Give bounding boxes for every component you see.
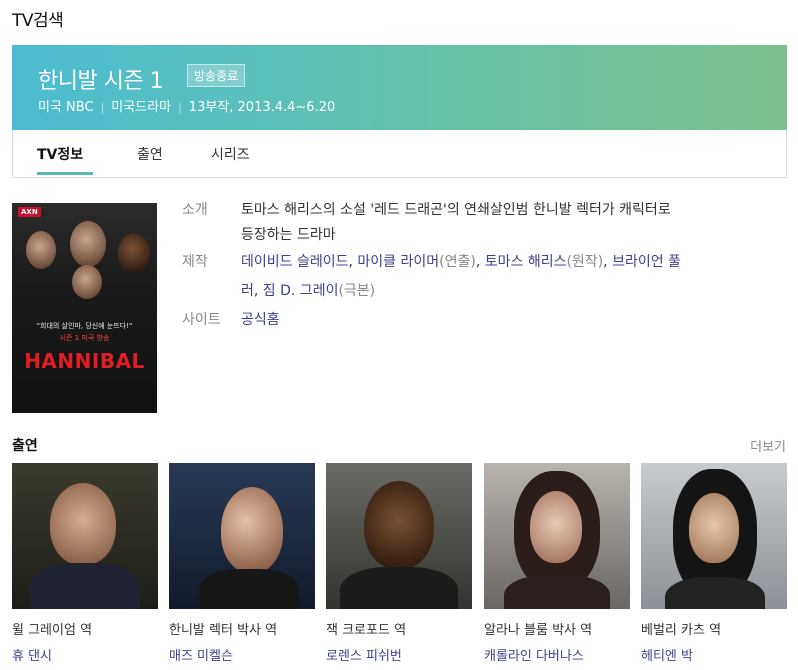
production-link[interactable]: 러 (241, 283, 254, 299)
show-title[interactable]: 한니발 시즌 1 (38, 63, 164, 95)
more-link[interactable]: 더보기 (750, 436, 786, 455)
tab-cast[interactable]: 출연 (137, 144, 163, 164)
cast-photo[interactable] (641, 463, 787, 609)
cast-photo[interactable] (169, 463, 315, 609)
intro-line: 등장하는 드라마 (241, 227, 336, 243)
tab-tv-info[interactable]: TV정보 (37, 144, 83, 164)
cast-role: 잭 크로포드 역 (326, 623, 407, 638)
meta-divider: | (178, 101, 182, 114)
poster-title: HANNIBAL (24, 349, 145, 373)
show-poster[interactable]: AXN "희대의 살인마, 당신에 눈뜨다!" 시즌 1 미국 방송 HANNI… (12, 203, 157, 413)
intro-label: 소개 (182, 202, 208, 218)
poster-face (70, 221, 106, 267)
cast-card[interactable]: 알라나 블룸 박사 역 캐롤라인 다버나스 (484, 463, 630, 664)
production-link[interactable]: 짐 D. 그레이 (263, 283, 339, 299)
cast-role: 윌 그레이엄 역 (12, 623, 93, 638)
cast-name[interactable]: 헤티엔 박 (641, 645, 787, 664)
cast-role: 알라나 블룸 박사 역 (484, 623, 593, 638)
tab-bar: TV정보 출연 시리즈 (12, 130, 787, 178)
poster-face (26, 231, 56, 269)
intro-text: 토마스 해리스의 소설 '레드 드래곤'의 연쇄살인범 한니발 렉터가 캐릭터로… (241, 198, 761, 248)
production-label: 제작 (182, 254, 208, 270)
production-link[interactable]: 브라이언 풀 (612, 254, 681, 270)
show-header: 한니발 시즌 1 방송종료 미국 NBC | 미국드라마 | 13부작, 2013.4.… (12, 45, 787, 130)
poster-face (72, 265, 102, 299)
poster-tagline: 시즌 1 미국 방송 (59, 334, 110, 342)
meta-divider: | (100, 101, 105, 114)
production-list: 데이비드 슬레이드, 마이클 라이머(연출), 토마스 해리스(원작), 브라이… (241, 254, 681, 299)
official-site-link[interactable]: 공식홈 (241, 312, 280, 328)
cast-photo[interactable] (326, 463, 472, 609)
show-genre: 미국드라마 (111, 100, 172, 115)
cast-name[interactable]: 매즈 미켈슨 (169, 645, 315, 664)
tab-series[interactable]: 시리즈 (211, 144, 250, 164)
poster-face (118, 233, 150, 273)
production-role: (연출) (439, 254, 476, 270)
show-meta: 미국 NBC | 미국드라마 | 13부작, 2013.4.4~6.20 (38, 96, 335, 115)
cast-photo[interactable] (484, 463, 630, 609)
site-label: 사이트 (182, 312, 221, 328)
show-country: 미국 NBC (38, 100, 94, 115)
cast-photo[interactable] (12, 463, 158, 609)
cast-name[interactable]: 로렌스 피쉬번 (326, 645, 472, 664)
section-title: TV검색 (12, 11, 64, 31)
show-episodes: 13부작, 2013.4.4~6.20 (188, 100, 336, 115)
cast-card[interactable]: 베벌리 카츠 역 헤티엔 박 (641, 463, 787, 664)
production-link[interactable]: 마이클 라이머 (357, 254, 439, 270)
production-link[interactable]: 데이비드 슬레이드 (241, 254, 349, 270)
cast-name[interactable]: 휴 댄시 (12, 645, 158, 664)
intro-line: 토마스 해리스의 소설 '레드 드래곤'의 연쇄살인범 한니발 렉터가 캐릭터로 (241, 202, 671, 218)
cast-role: 한니발 렉터 박사 역 (169, 623, 278, 638)
cast-section-title: 출연 (12, 438, 38, 454)
production-link[interactable]: 토마스 해리스 (485, 254, 567, 270)
cast-card[interactable]: 잭 크로포드 역 로렌스 피쉬번 (326, 463, 472, 664)
cast-card[interactable]: 윌 그레이엄 역 휴 댄시 (12, 463, 158, 664)
cast-card[interactable]: 한니발 렉터 박사 역 매즈 미켈슨 (169, 463, 315, 664)
active-tab-indicator (37, 172, 93, 175)
cast-role: 베벌리 카츠 역 (641, 623, 722, 638)
production-role: (극본) (338, 283, 376, 299)
poster-tagline: "희대의 살인마, 당신에 눈뜨다!" (36, 322, 133, 330)
production-role: (원작) (566, 254, 604, 270)
status-badge: 방송종료 (187, 64, 246, 87)
channel-logo: AXN (18, 207, 41, 217)
cast-name[interactable]: 캐롤라인 다버나스 (484, 645, 630, 664)
